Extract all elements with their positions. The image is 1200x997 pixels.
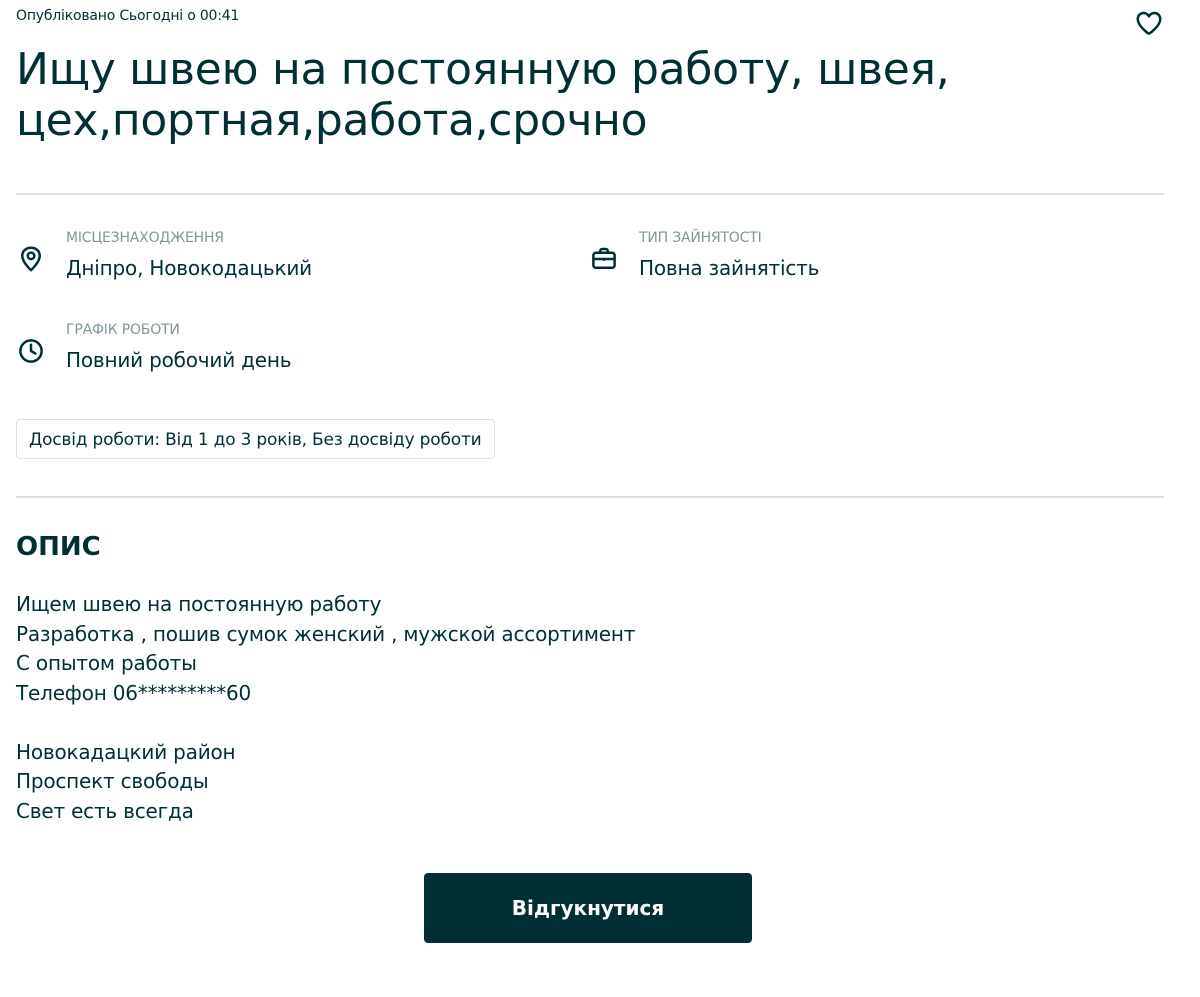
- description-line: Телефон 06*********60: [16, 680, 252, 705]
- briefcase-icon: [589, 244, 619, 274]
- description-line: Разработка , пошив сумок женский , мужск…: [16, 621, 636, 646]
- job-listing: Опубліковано Сьогодні о 00:41 Ищу швею н…: [16, 0, 1164, 997]
- published-date: Опубліковано Сьогодні о 00:41: [16, 8, 240, 24]
- description-line: Свет есть всегда: [16, 798, 194, 823]
- favorite-button[interactable]: [1134, 8, 1164, 38]
- listing-title: Ищу швею на постоянную работу, швея, цех…: [16, 44, 1016, 146]
- heart-icon: [1136, 11, 1162, 35]
- description-title: Опис: [16, 532, 101, 562]
- divider: [16, 193, 1164, 195]
- description-line: Проспект свободы: [16, 769, 209, 793]
- description-line: Новокадацкий район: [16, 739, 236, 764]
- experience-tag: Досвід роботи: Від 1 до 3 років, Без дос…: [16, 419, 495, 459]
- apply-button[interactable]: Відгукнутися: [424, 873, 752, 943]
- location-pin-icon: [16, 244, 46, 274]
- listing-title-line: Ищу швею на постоянную работу, швея,: [16, 44, 950, 95]
- employment-type-label: Тип зайнятості: [639, 230, 762, 246]
- description-line: [16, 708, 635, 738]
- schedule-value: Повний робочий день: [66, 348, 292, 372]
- description-line: Ищем швею на постоянную работу: [16, 592, 382, 616]
- description-body: Ищем швею на постоянную работу Разработка…: [16, 590, 635, 826]
- divider: [16, 496, 1164, 498]
- clock-icon: [16, 336, 46, 366]
- location-value: Дніпро, Новокодацький: [66, 256, 312, 280]
- location-label: Місцезнаходження: [66, 230, 224, 246]
- description-line: С опытом работы: [16, 651, 197, 675]
- employment-type-value: Повна зайнятість: [639, 256, 820, 280]
- schedule-label: Графік роботи: [66, 322, 180, 338]
- listing-title-line: цех,портная,работа,срочно: [16, 95, 648, 146]
